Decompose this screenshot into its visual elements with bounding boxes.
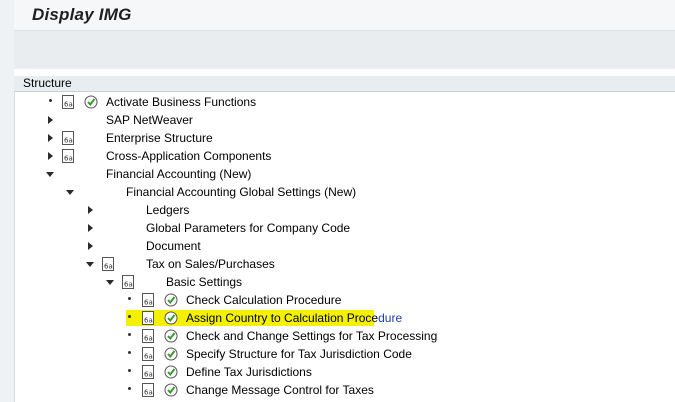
bullet-icon [128,333,131,336]
collapse-arrow-icon[interactable] [106,280,114,285]
tree-node-selected[interactable]: 6a Assign Country to Calculation Procedu… [14,309,675,327]
tree-node[interactable]: 6a Change Message Control for Taxes [14,381,675,399]
tree-node[interactable]: 6a Tax on Sales/Purchases [14,255,675,273]
svg-text:6a: 6a [104,263,113,271]
expand-arrow-icon[interactable] [88,242,93,250]
tree-node[interactable]: 6a Specify Structure for Tax Jurisdictio… [14,345,675,363]
execute-activity-icon[interactable] [164,347,178,361]
svg-text:6a: 6a [144,299,153,307]
documentation-icon[interactable]: 6a [62,149,75,163]
tree-node[interactable]: 6a Basic Settings [14,273,675,291]
tree-node-label: Check Calculation Procedure [186,293,342,307]
tree-node-label: Ledgers [146,203,190,217]
documentation-icon[interactable]: 6a [142,293,155,307]
documentation-icon[interactable]: 6a [142,329,155,343]
svg-text:6a: 6a [144,353,153,361]
window-title: Display IMG [32,5,132,24]
tree-node-label: Assign Country to Calculation Procedure [186,309,402,327]
collapse-arrow-icon[interactable] [46,172,54,177]
application-toolbar [14,30,675,70]
svg-text:6a: 6a [64,155,73,163]
tree-node[interactable]: 6a Check Calculation Procedure [14,291,675,309]
tree-node[interactable]: 6a Define Tax Jurisdictions [14,363,675,381]
tree-node[interactable]: Financial Accounting Global Settings (Ne… [14,183,675,201]
left-window-strip [0,0,15,402]
tree-node-label-highlighted: Assign Country to Calculation Proce [186,311,379,325]
tree-node-label: Specify Structure for Tax Jurisdiction C… [186,347,412,361]
svg-text:6a: 6a [144,335,153,343]
svg-text:6a: 6a [124,281,133,289]
svg-text:6a: 6a [144,317,153,325]
execute-activity-icon[interactable] [164,365,178,379]
tree-node-label: Global Parameters for Company Code [146,221,351,235]
svg-text:6a: 6a [64,101,73,109]
tree-node-label: Change Message Control for Taxes [186,383,374,397]
tree-node[interactable]: 6a Check and Change Settings for Tax Pro… [14,327,675,345]
tree-node-label-link: dure [378,311,403,325]
documentation-icon[interactable]: 6a [142,311,155,325]
svg-text:6a: 6a [64,137,73,145]
tree-node[interactable]: 6a Enterprise Structure [14,129,675,147]
tree-node-label: SAP NetWeaver [106,113,193,127]
execute-activity-icon[interactable] [164,293,178,307]
tree-node-label: Basic Settings [166,275,243,289]
tree-node-label: Define Tax Jurisdictions [186,365,312,379]
tree-node[interactable]: Financial Accounting (New) [14,165,675,183]
collapse-arrow-icon[interactable] [66,190,74,195]
expand-arrow-icon[interactable] [88,206,93,214]
img-tree: 6a Activate Business Functions SAP NetWe… [14,91,675,402]
bullet-icon [49,99,52,102]
documentation-icon[interactable]: 6a [62,131,75,145]
collapse-arrow-icon[interactable] [86,262,94,267]
tree-node-label: Check and Change Settings for Tax Proces… [186,329,438,343]
tree-node-label: Financial Accounting (New) [106,167,252,181]
tree-node-label: Cross-Application Components [106,149,272,163]
bullet-icon [128,351,131,354]
svg-text:6a: 6a [144,371,153,379]
structure-header: Structure [14,76,675,92]
tree-node-label: Activate Business Functions [106,95,257,109]
bullet-icon [128,369,131,372]
bullet-icon [128,387,131,390]
svg-text:6a: 6a [144,389,153,397]
documentation-icon[interactable]: 6a [62,95,75,109]
documentation-icon[interactable]: 6a [142,347,155,361]
tree-node[interactable]: Global Parameters for Company Code [14,219,675,237]
title-bar: Display IMG [14,0,675,30]
execute-activity-icon[interactable] [164,329,178,343]
documentation-icon[interactable]: 6a [122,275,135,289]
documentation-icon[interactable]: 6a [142,365,155,379]
tree-node[interactable]: SAP NetWeaver [14,111,675,129]
bullet-icon [128,297,131,300]
documentation-icon[interactable]: 6a [142,383,155,397]
expand-arrow-icon[interactable] [48,152,53,160]
expand-arrow-icon[interactable] [48,116,53,124]
tree-node[interactable]: Document [14,237,675,255]
tree-node[interactable]: 6a Cross-Application Components [14,147,675,165]
tree-node-label: Enterprise Structure [106,131,213,145]
expand-arrow-icon[interactable] [48,134,53,142]
tree-node-label: Tax on Sales/Purchases [146,257,275,271]
spacer [14,69,675,76]
tree-node-label: Financial Accounting Global Settings (Ne… [126,185,357,199]
tree-node[interactable]: Ledgers [14,201,675,219]
execute-activity-icon[interactable] [84,95,98,109]
structure-header-label: Structure [23,76,72,90]
documentation-icon[interactable]: 6a [102,257,115,271]
tree-node-label: Document [146,239,201,253]
tree-node[interactable]: 6a Activate Business Functions [14,93,675,111]
execute-activity-icon[interactable] [164,311,178,325]
bullet-icon [128,315,131,318]
expand-arrow-icon[interactable] [88,224,93,232]
execute-activity-icon[interactable] [164,383,178,397]
